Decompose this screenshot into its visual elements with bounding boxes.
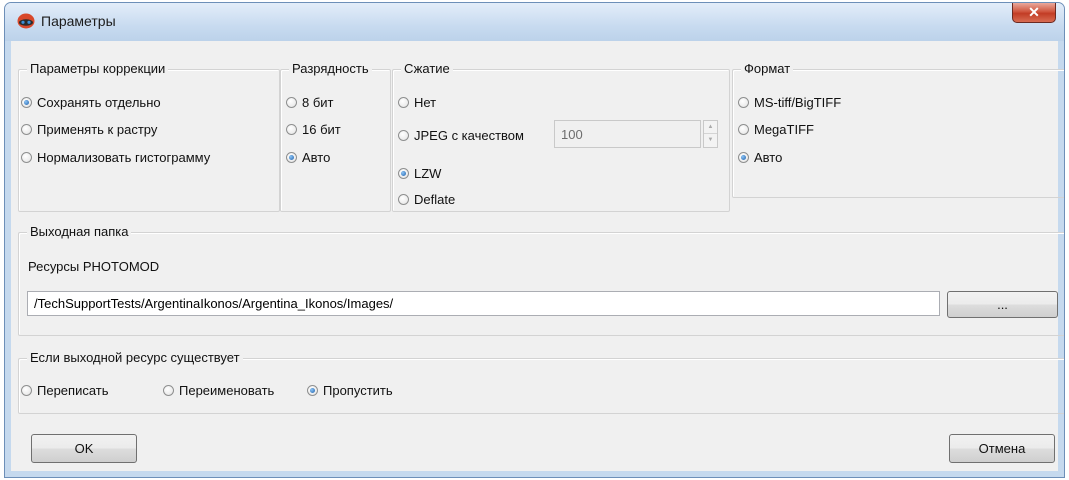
radio-label: Пропустить bbox=[323, 383, 393, 398]
jpeg-quality-spinner[interactable]: ▲ ▼ bbox=[703, 120, 718, 148]
correction-group: Параметры коррекции Сохранять отдельно П… bbox=[18, 61, 280, 212]
exists-group-title: Если выходной ресурс существует bbox=[27, 350, 243, 366]
radio-label: LZW bbox=[414, 166, 442, 181]
ok-button[interactable]: OK bbox=[31, 434, 137, 463]
radio-16-bit[interactable]: 16 бит bbox=[286, 122, 341, 137]
radio-indicator[interactable] bbox=[21, 152, 32, 163]
radio-normalize-histogram[interactable]: Нормализовать гистограмму bbox=[21, 150, 210, 165]
radio-label: Авто bbox=[754, 150, 783, 165]
dialog-body: Параметры коррекции Сохранять отдельно П… bbox=[11, 41, 1064, 471]
radio-indicator[interactable] bbox=[286, 152, 297, 163]
radio-8-bit[interactable]: 8 бит bbox=[286, 95, 334, 110]
radio-label: JPEG с качеством bbox=[414, 128, 524, 143]
exists-group: Если выходной ресурс существует Переписа… bbox=[18, 350, 1064, 414]
radio-compression-lzw[interactable]: LZW bbox=[398, 166, 441, 181]
output-folder-group-title: Выходная папка bbox=[27, 224, 132, 240]
close-button[interactable]: ✕ bbox=[1012, 3, 1056, 23]
radio-label: MegaTIFF bbox=[754, 122, 814, 137]
radio-indicator[interactable] bbox=[21, 385, 32, 396]
radio-indicator[interactable] bbox=[286, 124, 297, 135]
radio-label: Авто bbox=[302, 150, 331, 165]
jpeg-quality-input[interactable] bbox=[554, 120, 701, 148]
radio-label: Нет bbox=[414, 95, 437, 110]
radio-format-mstiff[interactable]: MS-tiff/BigTIFF bbox=[738, 95, 841, 110]
radio-rename[interactable]: Переименовать bbox=[163, 383, 274, 398]
radio-label: Переименовать bbox=[179, 383, 275, 398]
radio-indicator[interactable] bbox=[398, 194, 409, 205]
radio-label: Применять к растру bbox=[37, 122, 158, 137]
parameters-dialog: Параметры ✕ Параметры коррекции Сохранят… bbox=[4, 2, 1065, 478]
radio-indicator[interactable] bbox=[21, 124, 32, 135]
radio-compression-none[interactable]: Нет bbox=[398, 95, 436, 110]
cancel-button[interactable]: Отмена bbox=[949, 434, 1055, 463]
correction-group-title: Параметры коррекции bbox=[27, 61, 169, 77]
radio-label: Переписать bbox=[37, 383, 109, 398]
output-folder-group: Выходная папка Ресурсы PHOTOMOD ... bbox=[18, 224, 1064, 336]
radio-label: 8 бит bbox=[302, 95, 334, 110]
radio-skip[interactable]: Пропустить bbox=[307, 383, 393, 398]
photomod-logo-icon bbox=[17, 13, 35, 29]
browse-button[interactable]: ... bbox=[947, 291, 1058, 318]
radio-save-separately[interactable]: Сохранять отдельно bbox=[21, 95, 161, 110]
spin-up-icon[interactable]: ▲ bbox=[704, 121, 717, 134]
radio-label: MS-tiff/BigTIFF bbox=[754, 95, 842, 110]
radio-label: 16 бит bbox=[302, 122, 341, 137]
radio-label: Deflate bbox=[414, 192, 456, 207]
format-group-title: Формат bbox=[741, 61, 794, 77]
radio-label: Нормализовать гистограмму bbox=[37, 150, 211, 165]
radio-compression-jpeg[interactable]: JPEG с качеством bbox=[398, 128, 524, 143]
radio-indicator[interactable] bbox=[738, 97, 749, 108]
radio-indicator[interactable] bbox=[163, 385, 174, 396]
radio-indicator[interactable] bbox=[21, 97, 32, 108]
radio-format-auto[interactable]: Авто bbox=[738, 150, 782, 165]
output-path-input[interactable] bbox=[27, 291, 940, 316]
format-group: Формат MS-tiff/BigTIFF MegaTIFF Авто bbox=[732, 61, 1064, 198]
close-icon: ✕ bbox=[1028, 4, 1040, 20]
radio-indicator[interactable] bbox=[738, 124, 749, 135]
spin-down-icon[interactable]: ▼ bbox=[704, 134, 717, 147]
resource-label: Ресурсы PHOTOMOD bbox=[28, 259, 160, 274]
bitdepth-group-title: Разрядность bbox=[289, 61, 372, 77]
radio-indicator[interactable] bbox=[307, 385, 318, 396]
bitdepth-group: Разрядность 8 бит 16 бит Авто bbox=[280, 61, 391, 212]
radio-label: Сохранять отдельно bbox=[37, 95, 161, 110]
compression-group-title: Сжатие bbox=[401, 61, 453, 77]
radio-indicator[interactable] bbox=[398, 130, 409, 141]
radio-indicator[interactable] bbox=[398, 168, 409, 179]
radio-overwrite[interactable]: Переписать bbox=[21, 383, 109, 398]
radio-bitdepth-auto[interactable]: Авто bbox=[286, 150, 330, 165]
window-title: Параметры bbox=[41, 13, 116, 29]
title-bar[interactable]: Параметры ✕ bbox=[5, 3, 1064, 41]
radio-apply-to-raster[interactable]: Применять к растру bbox=[21, 122, 157, 137]
radio-indicator[interactable] bbox=[738, 152, 749, 163]
radio-format-megatiff[interactable]: MegaTIFF bbox=[738, 122, 814, 137]
compression-group: Сжатие Нет JPEG с качеством ▲ ▼ LZW Defl… bbox=[392, 61, 730, 212]
radio-indicator[interactable] bbox=[286, 97, 297, 108]
radio-indicator[interactable] bbox=[398, 97, 409, 108]
radio-compression-deflate[interactable]: Deflate bbox=[398, 192, 455, 207]
